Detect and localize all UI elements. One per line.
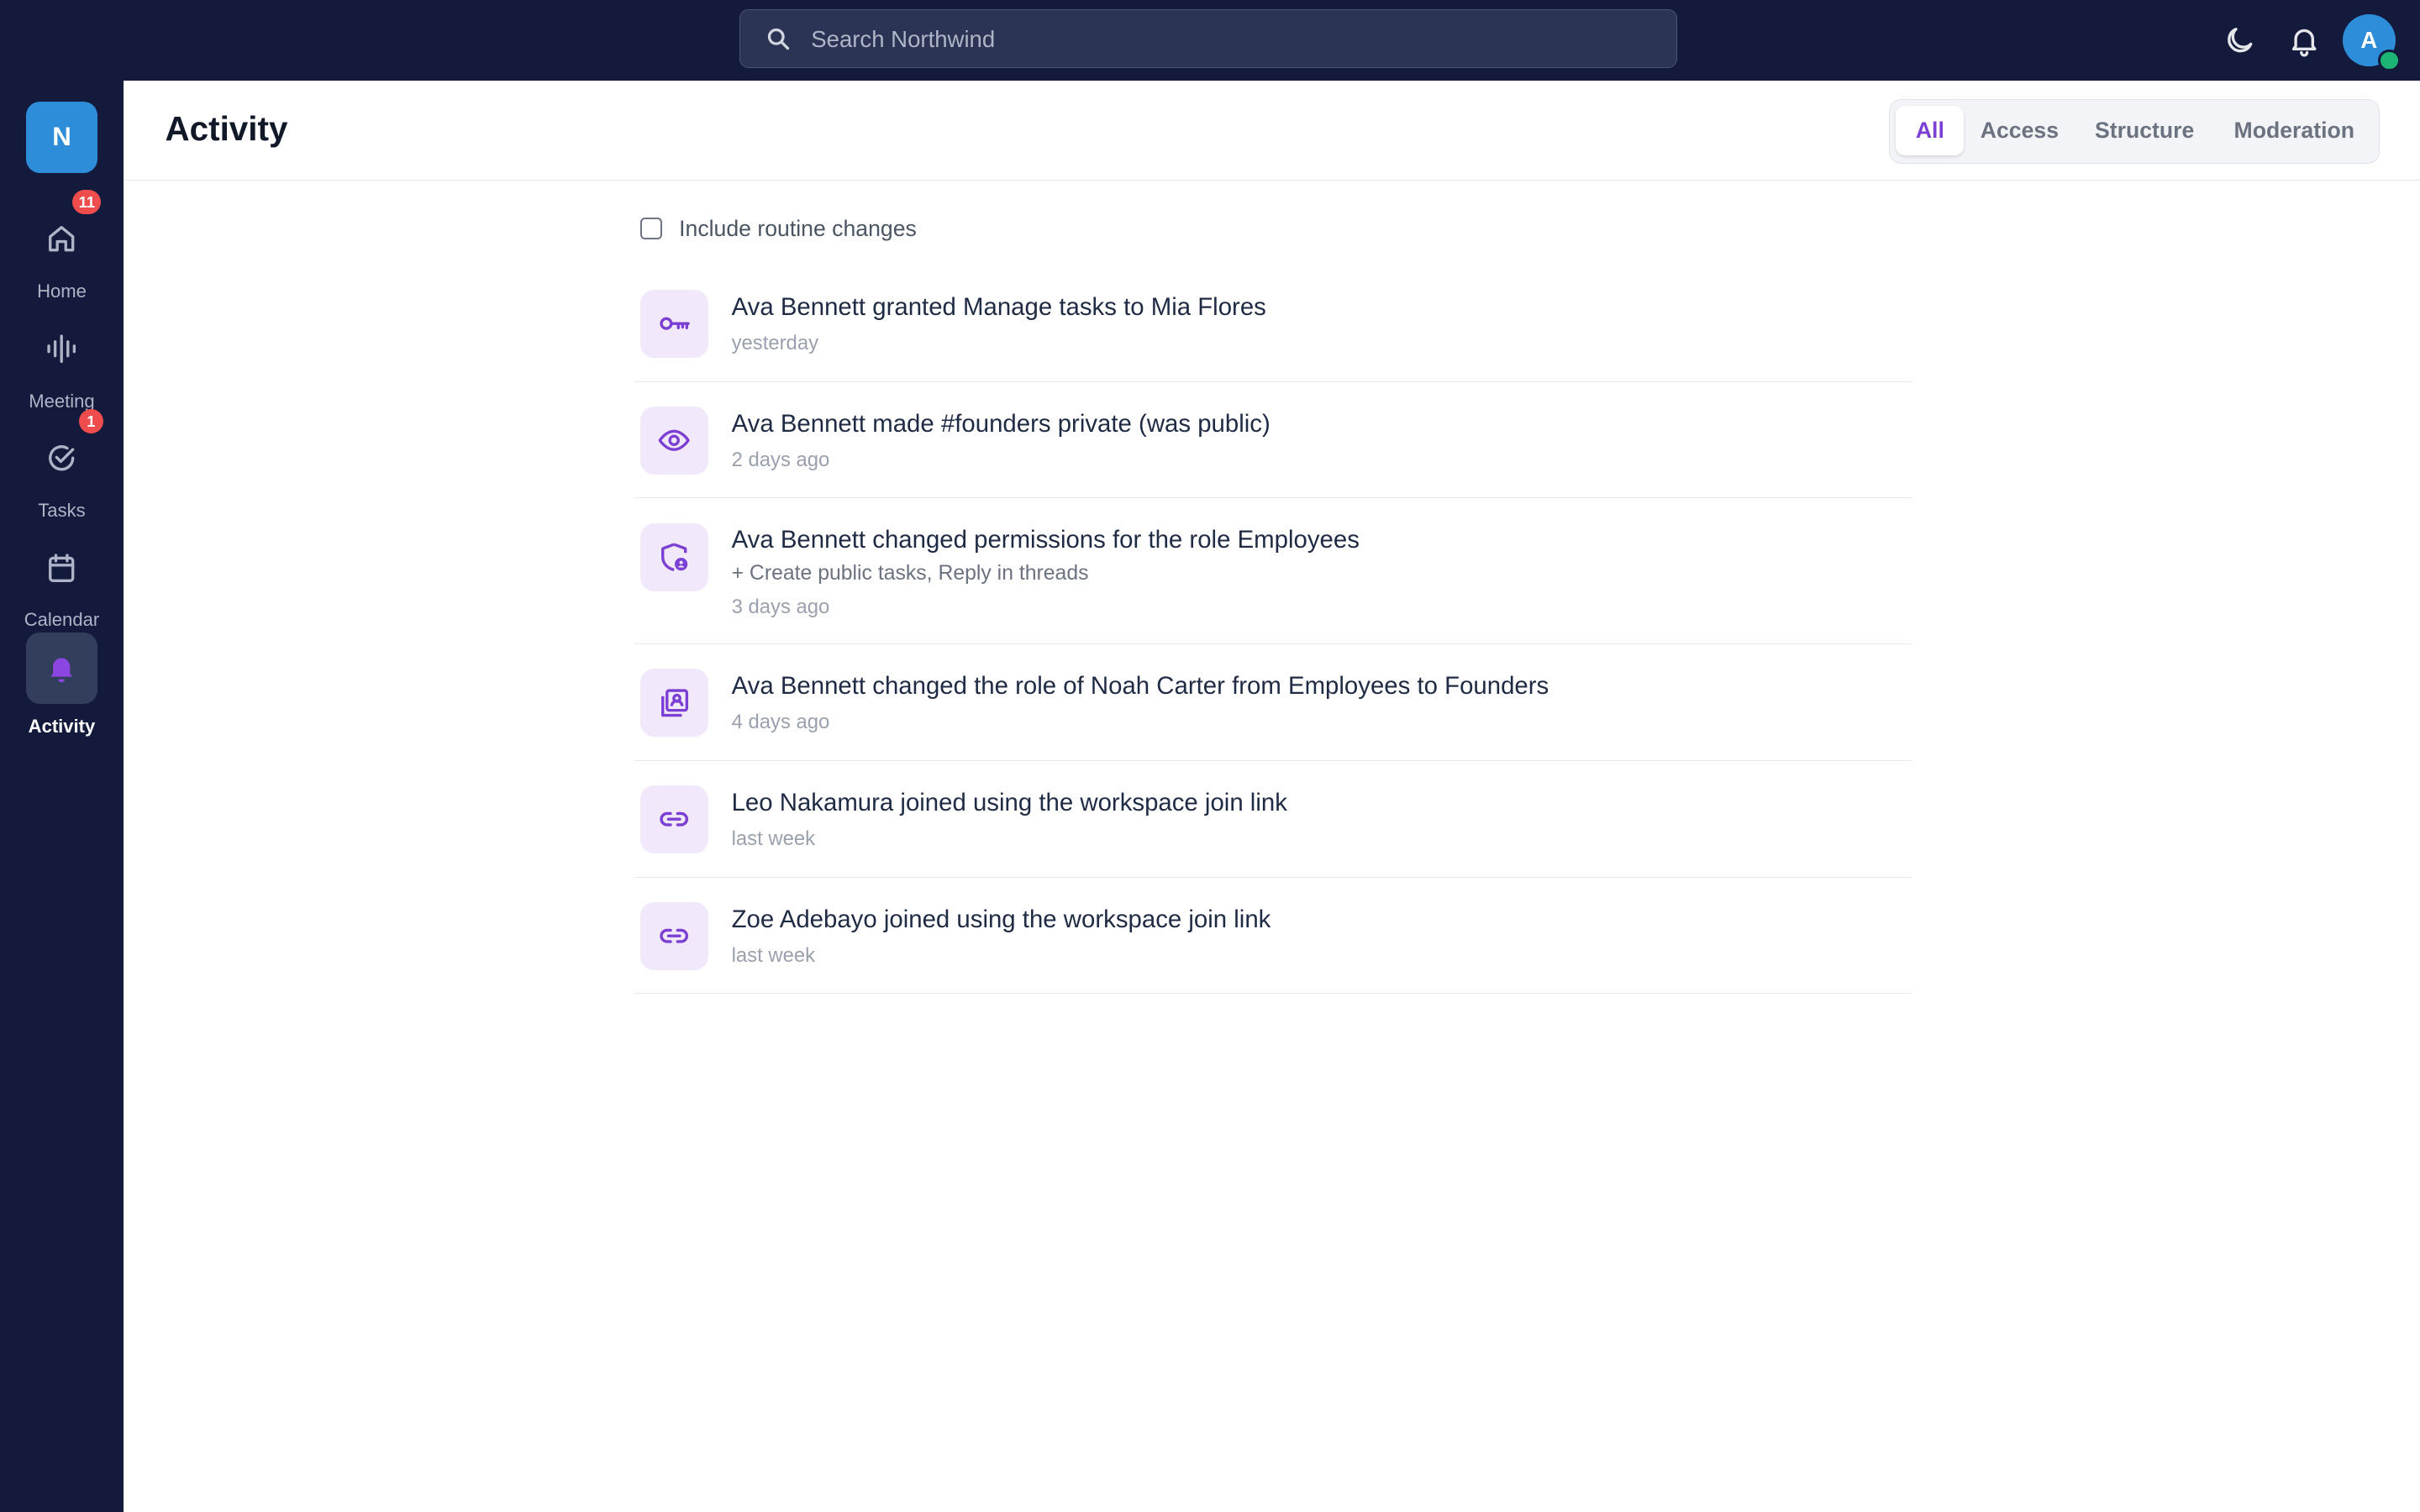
dark-mode-moon-icon[interactable] xyxy=(2223,24,2256,57)
page-header: Activity All Access Structure Moderation xyxy=(123,81,2420,181)
activity-time: 3 days ago xyxy=(731,596,830,619)
key-icon xyxy=(660,318,691,331)
shield-user-icon xyxy=(661,543,688,571)
activity-time: last week xyxy=(731,943,816,967)
activity-item[interactable]: Zoe Adebayo joined using the workspace j… xyxy=(634,878,1912,995)
routine-changes-checkbox[interactable] xyxy=(640,217,662,239)
activity-item[interactable]: Ava Bennett granted Manage tasks to Mia … xyxy=(634,267,1912,382)
online-status-dot xyxy=(2378,49,2401,71)
eye-icon xyxy=(659,429,691,452)
activity-text: Ava Bennett granted Manage tasks to Mia … xyxy=(731,292,1266,321)
activity-item[interactable]: Ava Bennett changed permissions for the … xyxy=(634,498,1912,645)
sidebar-item-label: Meeting xyxy=(29,390,95,412)
sidebar-item-label: Activity xyxy=(28,716,96,738)
sidebar-item-activity[interactable]: Activity xyxy=(0,633,124,750)
sidebar: N 11 Home Meeting 1 Tasks Calendar Activ… xyxy=(0,80,124,1512)
activity-time: yesterday xyxy=(731,331,819,354)
tasks-badge: 1 xyxy=(78,408,104,434)
activity-text: Ava Bennett changed the role of Noah Car… xyxy=(731,672,1549,701)
tab-access[interactable]: Access xyxy=(1970,106,2070,155)
activity-item[interactable]: Ava Bennett made #founders private (was … xyxy=(634,382,1912,499)
top-bar: A xyxy=(0,0,2420,81)
link-icon xyxy=(660,928,689,943)
tab-moderation[interactable]: Moderation xyxy=(2220,106,2368,155)
activity-text: Ava Bennett changed permissions for the … xyxy=(731,526,1360,554)
activity-text: Ava Bennett made #founders private (was … xyxy=(731,409,1270,438)
workspace-avatar[interactable]: N xyxy=(26,102,97,173)
sidebar-item-calendar[interactable]: Calendar xyxy=(0,542,124,641)
activity-text: Leo Nakamura joined using the workspace … xyxy=(731,788,1287,816)
search-bar[interactable] xyxy=(739,9,1678,69)
bell-icon xyxy=(50,658,73,683)
activity-icon-box xyxy=(640,522,709,591)
home-badge: 11 xyxy=(72,189,102,215)
search-input[interactable] xyxy=(808,10,1648,69)
activity-time: 2 days ago xyxy=(731,448,830,471)
activity-list: Ava Bennett granted Manage tasks to Mia … xyxy=(634,267,1912,995)
tab-structure[interactable]: Structure xyxy=(2078,106,2211,155)
activity-time: 4 days ago xyxy=(731,711,830,733)
activity-icon-box xyxy=(640,901,709,970)
activity-item[interactable]: Ava Bennett changed the role of Noah Car… xyxy=(634,644,1912,761)
waveform-icon xyxy=(47,334,76,363)
activity-text: Zoe Adebayo joined using the workspace j… xyxy=(731,905,1271,933)
activity-item[interactable]: Leo Nakamura joined using the workspace … xyxy=(634,761,1912,878)
tab-all[interactable]: All xyxy=(1896,105,1965,155)
calendar-icon xyxy=(49,554,75,582)
sidebar-item-tasks[interactable]: 1 Tasks xyxy=(0,408,124,531)
check-circle-icon xyxy=(49,445,75,471)
sidebar-item-label: Tasks xyxy=(38,500,86,522)
search-icon xyxy=(767,29,790,50)
activity-icon-box xyxy=(640,290,709,359)
link-icon xyxy=(660,812,689,827)
activity-icon-box xyxy=(640,407,709,475)
routine-changes-label: Include routine changes xyxy=(679,216,917,242)
user-badge-icon xyxy=(661,688,689,717)
page-title: Activity xyxy=(165,109,288,149)
sidebar-item-home[interactable]: 11 Home xyxy=(0,189,124,312)
activity-icon-box xyxy=(640,669,709,738)
notifications-bell-icon[interactable] xyxy=(2287,24,2321,57)
filter-tabs: All Access Structure Moderation xyxy=(1889,98,2381,164)
sidebar-item-meeting[interactable]: Meeting xyxy=(0,323,124,422)
sidebar-item-label: Home xyxy=(37,281,87,302)
sidebar-item-label: Calendar xyxy=(24,609,100,631)
activity-detail: + Create public tasks, Reply in threads xyxy=(731,561,1089,585)
activity-time: last week xyxy=(731,827,816,850)
activity-icon-box xyxy=(640,785,709,853)
home-icon xyxy=(49,226,75,252)
